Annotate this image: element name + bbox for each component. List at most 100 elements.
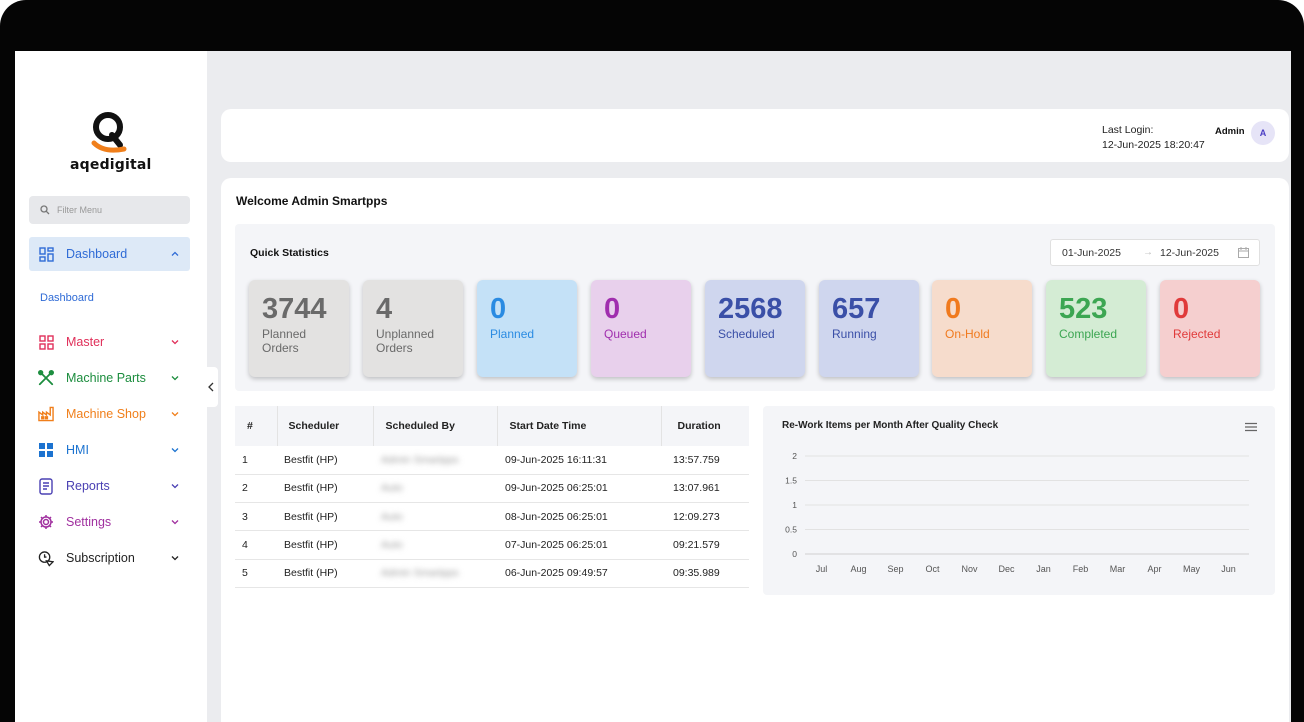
table-cell: Bestfit (HP)	[277, 502, 373, 532]
sidebar-item-label: Dashboard	[66, 247, 128, 261]
table-cell: 13:07.961	[661, 474, 749, 504]
table-cell: 09:35.989	[661, 559, 749, 588]
x-tick-label: Oct	[925, 564, 940, 574]
sidebar-item-settings[interactable]: Settings	[29, 505, 190, 539]
column-header[interactable]: Scheduled By	[373, 406, 498, 446]
filter-menu-input[interactable]	[57, 205, 177, 215]
avatar[interactable]: A	[1251, 121, 1275, 145]
table-row[interactable]: 3 Bestfit (HP) Auto 08-Jun-2025 06:25:01 12:…	[235, 502, 749, 532]
stat-card[interactable]: 4 Unplanned Orders	[363, 280, 463, 377]
table-cell: 09-Jun-2025 06:25:01	[497, 474, 661, 504]
stat-card[interactable]: 523 Completed	[1046, 280, 1146, 377]
chevron-down-icon	[171, 484, 179, 489]
sidebar-item-label: Subscription	[66, 551, 135, 565]
page-title: Welcome Admin Smartpps	[236, 194, 388, 208]
stat-card-label: Queued	[604, 327, 647, 341]
stat-card-label: Running	[832, 327, 877, 341]
factory-icon	[38, 406, 54, 422]
table-cell: 1	[235, 446, 277, 475]
grid-icon	[38, 246, 54, 262]
stat-card-value: 4	[376, 293, 393, 325]
table-cell: 12:09.273	[661, 502, 749, 532]
table-cell: Admin Smartpps	[373, 559, 497, 588]
table-cell: 13:57.759	[661, 446, 749, 475]
date-range-picker[interactable]: 01-Jun-2025 → 12-Jun-2025	[1050, 239, 1260, 266]
date-from[interactable]: 01-Jun-2025	[1062, 247, 1121, 259]
app-logo[interactable]: aqedigital	[70, 109, 151, 173]
stat-card[interactable]: 3744 Planned Orders	[249, 280, 349, 377]
table-row[interactable]: 5 Bestfit (HP) Admin Smartpps 06-Jun-2025 0…	[235, 559, 749, 588]
column-header[interactable]: #	[235, 406, 278, 446]
stat-card[interactable]: 0 On-Hold	[932, 280, 1032, 377]
quick-statistics-panel: Quick Statistics 01-Jun-2025 → 12-Jun-20…	[235, 224, 1275, 391]
sidebar-item-label: Master	[66, 335, 105, 349]
sidebar-item-subscription[interactable]: Subscription	[29, 541, 190, 575]
stat-card-label: Planned Orders	[262, 327, 307, 355]
sidebar: aqedigital Dashboard Dashboard Master	[15, 51, 207, 722]
x-tick-label: Aug	[850, 564, 866, 574]
user-name[interactable]: Admin	[1215, 126, 1245, 137]
sidebar-item-label: HMI	[66, 443, 89, 457]
sidebar-item-hmi[interactable]: HMI	[29, 433, 190, 467]
stat-card-value: 0	[490, 293, 507, 325]
stat-card[interactable]: 657 Running	[819, 280, 919, 377]
stat-card[interactable]: 0 Queued	[591, 280, 691, 377]
stat-card-label: Planned	[490, 327, 535, 341]
report-icon	[38, 477, 54, 495]
last-login-label: Last Login:	[1102, 124, 1154, 136]
x-tick-label: Mar	[1110, 564, 1126, 574]
y-tick-label: 0	[792, 549, 797, 559]
stat-card[interactable]: 2568 Scheduled	[705, 280, 805, 377]
quick-statistics-title: Quick Statistics	[250, 247, 329, 259]
stat-card-value: 657	[832, 293, 881, 325]
chevron-left-icon	[208, 382, 214, 392]
sidebar-item-master[interactable]: Master	[29, 325, 190, 359]
filter-menu[interactable]	[29, 196, 190, 224]
stat-card-label: Completed	[1059, 327, 1118, 341]
stat-card-value: 0	[604, 293, 621, 325]
chevron-up-icon	[171, 251, 179, 256]
table-cell: Admin Smartpps	[373, 446, 497, 475]
column-header[interactable]: Start Date Time	[497, 406, 662, 446]
stat-card-label: Unplanned Orders	[376, 327, 435, 355]
sidebar-item-label: Settings	[66, 515, 112, 529]
tools-icon	[38, 370, 54, 386]
table-row[interactable]: 2 Bestfit (HP) Auto 09-Jun-2025 06:25:01 13:…	[235, 474, 749, 504]
arrow-right-icon: →	[1143, 247, 1153, 258]
column-header[interactable]: Scheduler	[277, 406, 374, 446]
x-tick-label: Sep	[887, 564, 903, 574]
chevron-down-icon	[171, 340, 179, 345]
sidebar-item-machine-shop[interactable]: Machine Shop	[29, 397, 190, 431]
top-bar: Last Login: 12-Jun-2025 18:20:47 Admin A	[221, 109, 1289, 162]
date-to[interactable]: 12-Jun-2025	[1160, 247, 1219, 259]
device-frame: aqedigital Dashboard Dashboard Master	[0, 0, 1304, 722]
sidebar-collapse-button[interactable]	[204, 367, 218, 407]
stat-card[interactable]: 0 Planned	[477, 280, 577, 377]
x-tick-label: Apr	[1147, 564, 1161, 574]
table-cell: Auto	[373, 530, 497, 560]
stat-card-value: 0	[945, 293, 962, 325]
sidebar-subitem-dashboard[interactable]: Dashboard	[40, 292, 94, 304]
rework-chart-panel: Re-Work Items per Month After Quality Ch…	[763, 406, 1275, 595]
x-tick-label: Dec	[998, 564, 1015, 574]
sidebar-item-dashboard[interactable]: Dashboard	[29, 237, 190, 271]
chevron-down-icon	[171, 448, 179, 453]
line-chart: 0 0.5 1 1.5 2 Jul Aug Sep Oct Nov Dec Jan Feb Mar Apr M…	[785, 451, 1249, 574]
table-cell: 09:21.579	[661, 530, 749, 560]
stat-card-value: 2568	[718, 293, 783, 325]
main-content: Welcome Admin Smartpps Quick Statistics …	[221, 178, 1289, 722]
stat-card[interactable]: 0 Rejected	[1160, 280, 1260, 377]
x-tick-label: Jul	[816, 564, 828, 574]
schedule-table: # Scheduler Scheduled By Start Date Time Dur…	[235, 406, 749, 588]
sidebar-item-reports[interactable]: Reports	[29, 469, 190, 503]
calendar-icon[interactable]	[1238, 247, 1249, 258]
table-row[interactable]: 1 Bestfit (HP) Admin Smartpps 09-Jun-2025 1…	[235, 446, 749, 475]
table-row[interactable]: 4 Bestfit (HP) Auto 07-Jun-2025 06:25:01 09:…	[235, 530, 749, 560]
sidebar-item-label: Machine Shop	[66, 407, 146, 421]
gear-icon	[38, 514, 54, 530]
stat-card-value: 523	[1059, 293, 1108, 325]
column-header[interactable]: Duration	[661, 406, 749, 446]
chevron-down-icon	[171, 376, 179, 381]
y-tick-label: 0.5	[785, 525, 797, 535]
sidebar-item-machine-parts[interactable]: Machine Parts	[29, 361, 190, 395]
